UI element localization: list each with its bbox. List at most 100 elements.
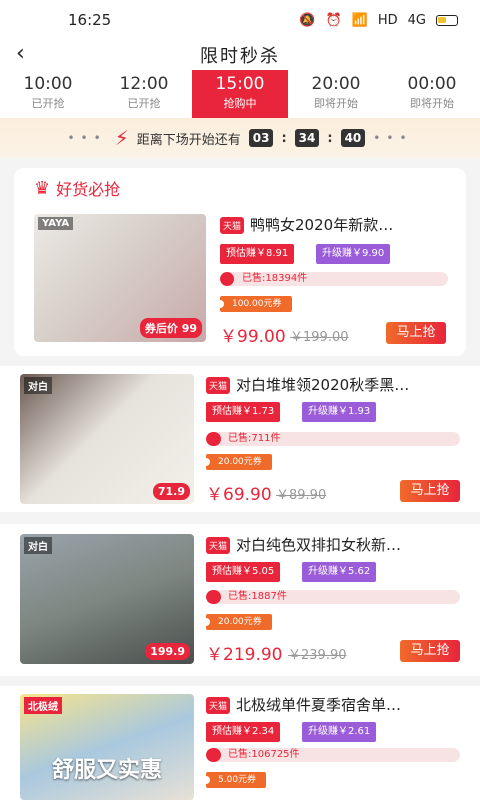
sold-progress-fill bbox=[206, 590, 222, 604]
product-title-text: 对白堆堆领2020秋季黑… bbox=[236, 376, 410, 394]
product-title-text: 对白纯色双排扣女秋新… bbox=[236, 536, 402, 554]
tab-status: 即将开始 bbox=[314, 97, 358, 110]
signal-label: 4G bbox=[407, 12, 426, 28]
decor-dots-left: ••• bbox=[67, 131, 107, 145]
tmall-badge: 天猫 bbox=[206, 697, 231, 714]
tab-time: 12:00 bbox=[119, 74, 169, 94]
tab-status: 即将开始 bbox=[410, 97, 454, 110]
sold-progress: 已售:106725件 bbox=[206, 748, 460, 762]
nav-bar: ‹ 限时秒杀 bbox=[0, 40, 480, 70]
estimate-earn-tag: 预估赚￥5.05 bbox=[206, 562, 281, 582]
sold-progress: 已售:18394件 bbox=[220, 272, 448, 286]
image-brand: YAYA bbox=[38, 217, 74, 230]
countdown-label: 距离下场开始还有 bbox=[136, 132, 241, 148]
tab-status: 已开抢 bbox=[31, 97, 65, 110]
estimate-earn-tag: 预估赚￥8.91 bbox=[220, 244, 295, 264]
image-price-badge: 71.9 bbox=[152, 483, 190, 500]
countdown-bar: ••• ⚡ 距离下场开始还有 03 : 34 : 40 ••• bbox=[0, 118, 480, 158]
tab-session-3[interactable]: 20:00 即将开始 bbox=[288, 70, 384, 118]
tmall-badge: 天猫 bbox=[206, 537, 231, 554]
image-brand: 对白 bbox=[24, 377, 52, 394]
wifi-icon: 📶 bbox=[351, 12, 368, 28]
featured-card: ♛ 好货必抢 YAYA 券后价 99 天猫 鸭鸭女2020年新款… 预估赚￥8.9… bbox=[14, 168, 466, 356]
image-price-badge: 199.9 bbox=[145, 643, 190, 660]
coupon-tag: 20.00元券 bbox=[206, 454, 272, 470]
image-brand: 北极绒 bbox=[24, 697, 62, 714]
product-title[interactable]: 天猫 对白堆堆领2020秋季黑… bbox=[206, 374, 466, 395]
buy-now-button[interactable]: 马上抢 bbox=[386, 322, 446, 344]
original-price: ￥199.00 bbox=[290, 330, 349, 345]
sold-progress: 已售:711件 bbox=[206, 432, 460, 446]
tab-session-4[interactable]: 00:00 即将开始 bbox=[384, 70, 480, 118]
tmall-badge: 天猫 bbox=[206, 377, 231, 394]
tab-session-1[interactable]: 12:00 已开抢 bbox=[96, 70, 192, 118]
countdown-minutes: 34 bbox=[294, 129, 320, 147]
tab-status: 已开抢 bbox=[127, 97, 161, 110]
countdown-seconds: 40 bbox=[340, 129, 366, 147]
product-image[interactable]: 北极绒 舒服又实惠 bbox=[20, 694, 194, 800]
tab-time: 10:00 bbox=[23, 74, 73, 94]
lightning-icon: ⚡ bbox=[114, 126, 129, 150]
decor-dots-right: ••• bbox=[373, 131, 413, 145]
page-title: 限时秒杀 bbox=[200, 46, 280, 67]
product-card[interactable]: 对白 71.9 天猫 对白堆堆领2020秋季黑… 预估赚￥1.73 升级赚￥1.9… bbox=[0, 366, 480, 512]
product-card[interactable]: 北极绒 舒服又实惠 天猫 北极绒单件夏季宿舍单… 预估赚￥2.34 升级赚￥2.6… bbox=[0, 686, 480, 800]
sold-progress-fill bbox=[206, 748, 222, 762]
status-time: 16:25 bbox=[68, 11, 112, 29]
sold-label: 已售:106725件 bbox=[228, 749, 300, 760]
tab-session-2[interactable]: 15:00 抢购中 bbox=[192, 70, 288, 118]
coupon-tag: 5.00元券 bbox=[206, 772, 267, 788]
sold-progress-fill bbox=[220, 272, 234, 286]
product-image[interactable]: 对白 71.9 bbox=[20, 374, 194, 504]
sale-price: ￥69.90 bbox=[206, 485, 272, 505]
tmall-badge: 天猫 bbox=[220, 217, 245, 234]
sale-price: ￥219.90 bbox=[206, 645, 283, 665]
tab-time: 15:00 bbox=[215, 74, 265, 94]
featured-heading: 好货必抢 bbox=[56, 180, 121, 199]
colon-separator: : bbox=[281, 130, 287, 146]
product-title[interactable]: 天猫 北极绒单件夏季宿舍单… bbox=[206, 694, 466, 715]
sale-price: ￥99.00 bbox=[220, 327, 286, 347]
estimate-earn-tag: 预估赚￥2.34 bbox=[206, 722, 281, 742]
mute-icon: 🔕 bbox=[299, 12, 316, 28]
image-price-badge: 券后价 99 bbox=[139, 318, 202, 338]
sold-label: 已售:1887件 bbox=[228, 591, 287, 602]
upgrade-earn-tag: 升级赚￥9.90 bbox=[316, 244, 391, 264]
crown-icon: ♛ bbox=[34, 177, 51, 199]
tab-time: 20:00 bbox=[311, 74, 361, 94]
session-tabs: 10:00 已开抢 12:00 已开抢 15:00 抢购中 20:00 即将开始… bbox=[0, 70, 480, 118]
product-title-text: 鸭鸭女2020年新款… bbox=[250, 216, 394, 234]
buy-now-button[interactable]: 马上抢 bbox=[400, 640, 460, 662]
original-price: ￥239.90 bbox=[288, 648, 347, 663]
status-icons: 🔕 ⏰ 📶 HD 4G bbox=[299, 13, 458, 28]
status-bar: 16:25 🔕 ⏰ 📶 HD 4G bbox=[0, 0, 480, 40]
estimate-earn-tag: 预估赚￥1.73 bbox=[206, 402, 281, 422]
alarm-icon: ⏰ bbox=[325, 12, 342, 28]
product-card[interactable]: 对白 199.9 天猫 对白纯色双排扣女秋新… 预估赚￥5.05 升级赚￥5.62… bbox=[0, 524, 480, 676]
colon-separator: : bbox=[327, 130, 333, 146]
battery-icon bbox=[436, 14, 458, 26]
countdown-hours: 03 bbox=[248, 129, 274, 147]
sold-progress-fill bbox=[206, 432, 222, 446]
sold-progress: 已售:1887件 bbox=[206, 590, 460, 604]
upgrade-earn-tag: 升级赚￥5.62 bbox=[302, 562, 377, 582]
image-brand: 对白 bbox=[24, 537, 52, 554]
back-icon[interactable]: ‹ bbox=[16, 40, 25, 68]
coupon-tag: 100.00元券 bbox=[220, 296, 292, 312]
product-title[interactable]: 天猫 对白纯色双排扣女秋新… bbox=[206, 534, 466, 555]
buy-now-button[interactable]: 马上抢 bbox=[400, 480, 460, 502]
product-image[interactable]: 对白 199.9 bbox=[20, 534, 194, 664]
tab-status: 抢购中 bbox=[223, 97, 257, 110]
upgrade-earn-tag: 升级赚￥2.61 bbox=[302, 722, 377, 742]
network-label: HD bbox=[377, 12, 398, 28]
featured-header: ♛ 好货必抢 bbox=[34, 176, 120, 200]
tab-session-0[interactable]: 10:00 已开抢 bbox=[0, 70, 96, 118]
upgrade-earn-tag: 升级赚￥1.93 bbox=[302, 402, 377, 422]
product-image[interactable]: YAYA 券后价 99 bbox=[34, 214, 206, 342]
coupon-tag: 20.00元券 bbox=[206, 614, 272, 630]
product-title-text: 北极绒单件夏季宿舍单… bbox=[236, 696, 402, 714]
sold-label: 已售:711件 bbox=[228, 433, 281, 444]
sold-label: 已售:18394件 bbox=[242, 273, 308, 284]
image-caption: 舒服又实惠 bbox=[51, 758, 162, 783]
product-title[interactable]: 天猫 鸭鸭女2020年新款… bbox=[220, 214, 456, 235]
